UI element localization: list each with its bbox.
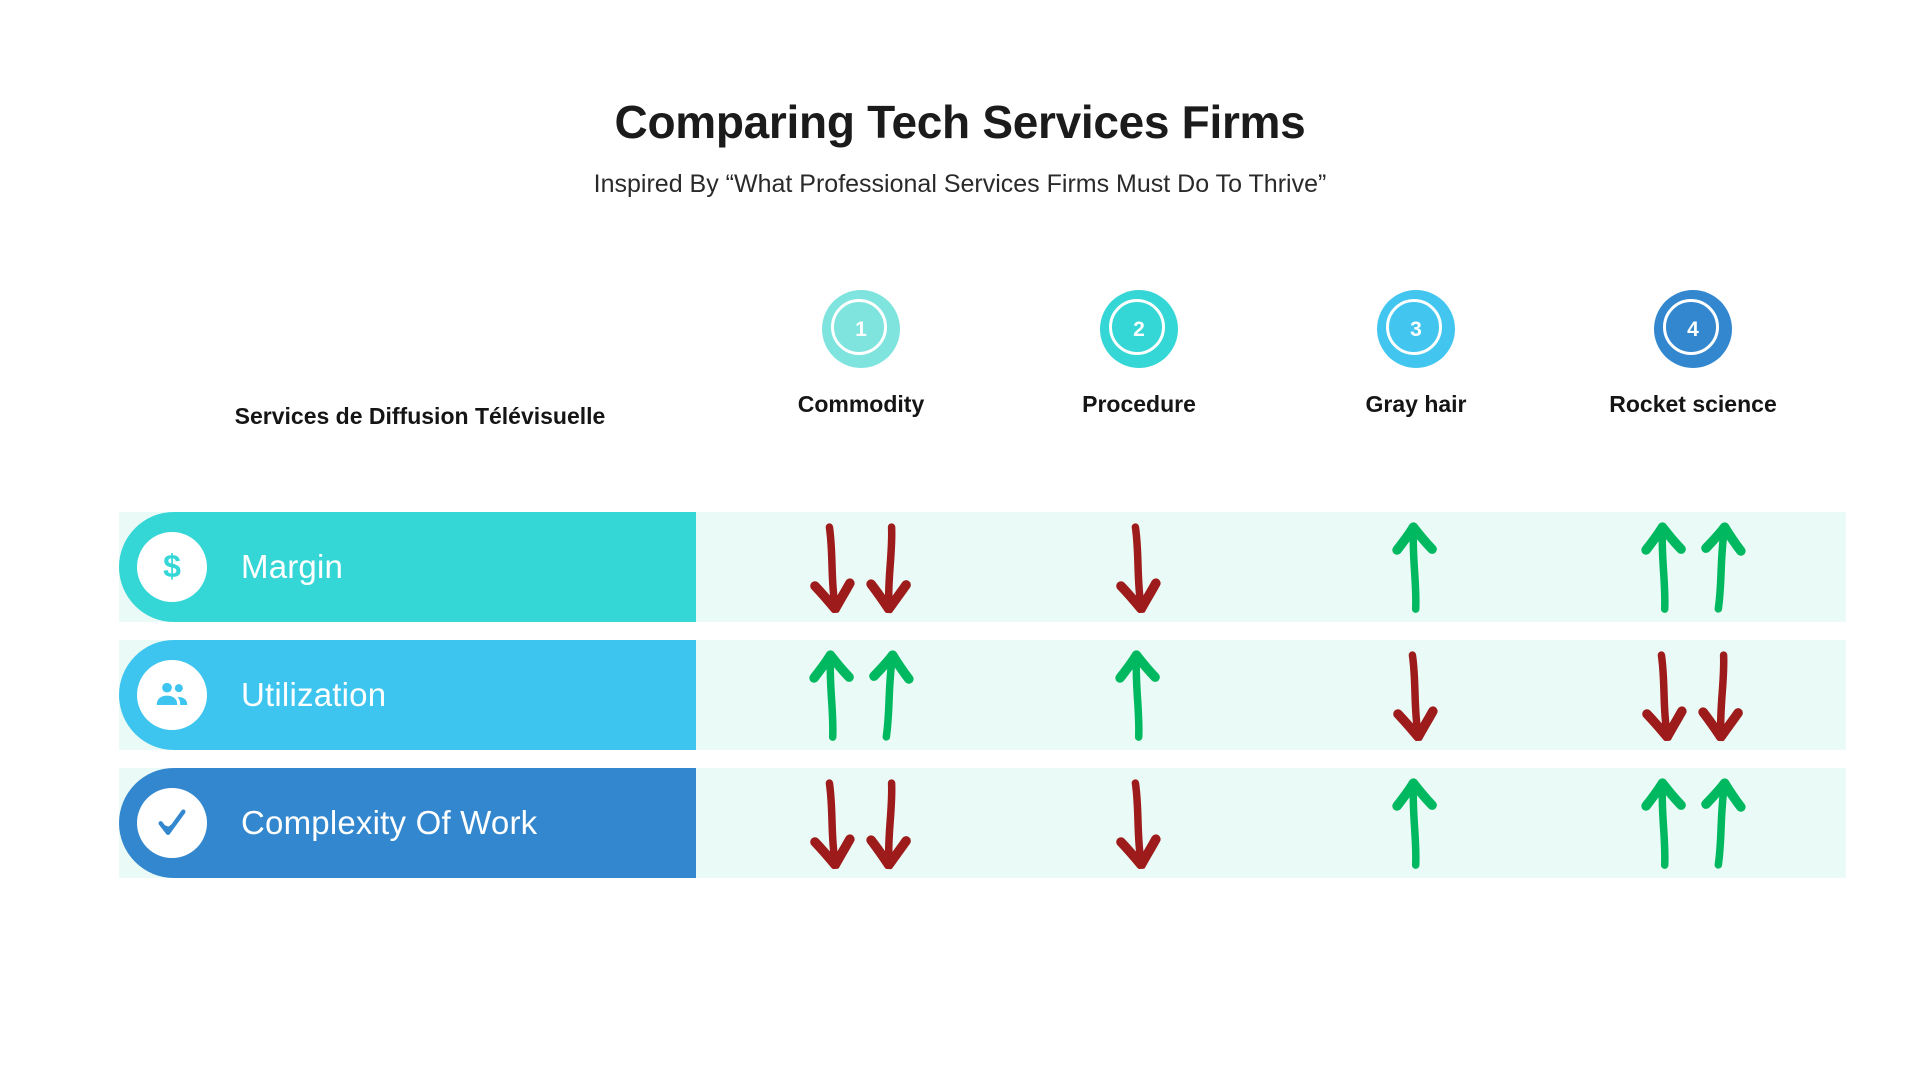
table-row: Complexity Of Work bbox=[0, 768, 1920, 878]
arrow-up-icon bbox=[1637, 776, 1694, 871]
column-badge-2: 2 bbox=[1100, 290, 1178, 368]
arrow-down-icon bbox=[1111, 776, 1168, 871]
row-label: Complexity Of Work bbox=[241, 804, 538, 841]
column-header-commodity: 1 Commodity bbox=[736, 290, 986, 418]
column-badge-3: 3 bbox=[1377, 290, 1455, 368]
arrow-down-icon bbox=[1637, 648, 1694, 743]
arrow-group-down-x1 bbox=[1111, 520, 1168, 615]
cell-margin-gray-hair bbox=[1291, 512, 1541, 622]
row-axis-label: Services de Diffusion Télévisuelle bbox=[234, 403, 606, 429]
column-badge-number: 3 bbox=[1410, 317, 1422, 341]
dollar-icon: $ bbox=[137, 532, 207, 602]
cell-complexity-gray-hair bbox=[1291, 768, 1541, 878]
svg-text:$: $ bbox=[163, 548, 181, 584]
row-label-pill-margin: $ Margin bbox=[119, 512, 696, 622]
cell-utilization-procedure bbox=[1014, 640, 1264, 750]
arrow-up-icon bbox=[861, 648, 918, 743]
arrow-up-icon bbox=[1693, 520, 1750, 615]
arrow-up-icon bbox=[1388, 776, 1445, 871]
cell-utilization-rocket-science bbox=[1568, 640, 1818, 750]
table-row: Utilization bbox=[0, 640, 1920, 750]
cell-complexity-rocket-science bbox=[1568, 768, 1818, 878]
arrow-group-down-x2 bbox=[805, 520, 918, 615]
column-badge-number: 1 bbox=[855, 317, 867, 341]
arrow-down-icon bbox=[1693, 648, 1750, 743]
arrow-up-icon bbox=[1111, 648, 1168, 743]
column-headers: Services de Diffusion Télévisuelle 1 Com… bbox=[0, 290, 1920, 450]
page-subtitle: Inspired By “What Professional Services … bbox=[593, 169, 1327, 198]
column-label: Procedure bbox=[1082, 391, 1196, 417]
column-label: Gray hair bbox=[1365, 391, 1467, 417]
infographic-board: Comparing Tech Services Firms Inspired B… bbox=[0, 0, 1920, 1080]
cell-margin-commodity bbox=[736, 512, 986, 622]
arrow-group-down-x1 bbox=[1388, 648, 1445, 743]
header: Comparing Tech Services Firms Inspired B… bbox=[0, 96, 1920, 199]
cell-margin-procedure bbox=[1014, 512, 1264, 622]
page-title: Comparing Tech Services Firms bbox=[614, 96, 1306, 148]
row-label: Margin bbox=[241, 548, 344, 585]
arrow-group-down-x2 bbox=[805, 776, 918, 871]
row-label: Utilization bbox=[241, 676, 387, 713]
cell-margin-rocket-science bbox=[1568, 512, 1818, 622]
check-icon bbox=[137, 788, 207, 858]
arrow-down-icon bbox=[805, 520, 862, 615]
arrow-down-icon bbox=[861, 520, 918, 615]
arrow-up-icon bbox=[805, 648, 862, 743]
arrow-group-up-x2 bbox=[1639, 521, 1747, 613]
arrow-down-icon bbox=[1388, 648, 1445, 743]
row-label-pill-complexity-of-work: Complexity Of Work bbox=[119, 768, 696, 878]
cell-utilization-commodity bbox=[736, 640, 986, 750]
arrow-up-icon bbox=[1637, 520, 1694, 615]
arrow-group-up-x1 bbox=[1390, 521, 1442, 613]
row-label-pill-utilization: Utilization bbox=[119, 640, 696, 750]
cell-complexity-procedure bbox=[1014, 768, 1264, 878]
table-row: $ Margin bbox=[0, 512, 1920, 622]
arrow-group-down-x2 bbox=[1637, 648, 1750, 743]
cell-utilization-gray-hair bbox=[1291, 640, 1541, 750]
arrow-down-icon bbox=[861, 776, 918, 871]
column-badge-4: 4 bbox=[1654, 290, 1732, 368]
column-header-procedure: 2 Procedure bbox=[1014, 290, 1264, 418]
column-label: Commodity bbox=[797, 391, 925, 417]
column-badge-number: 4 bbox=[1687, 317, 1699, 341]
column-header-gray-hair: 3 Gray hair bbox=[1291, 290, 1541, 418]
column-badge-number: 2 bbox=[1133, 317, 1145, 341]
arrow-up-icon bbox=[1693, 776, 1750, 871]
arrow-down-icon bbox=[1111, 520, 1168, 615]
arrow-group-up-x1 bbox=[1390, 777, 1442, 869]
column-label: Rocket science bbox=[1609, 391, 1777, 417]
arrow-group-up-x1 bbox=[1113, 649, 1165, 741]
people-icon bbox=[137, 660, 207, 730]
matrix-rows: $ Margin Utilization Complexity Of Work bbox=[0, 512, 1920, 896]
column-badge-1: 1 bbox=[822, 290, 900, 368]
cell-complexity-commodity bbox=[736, 768, 986, 878]
arrow-up-icon bbox=[1388, 520, 1445, 615]
column-header-rocket-science: 4 Rocket science bbox=[1568, 290, 1818, 418]
arrow-down-icon bbox=[805, 776, 862, 871]
arrow-group-up-x2 bbox=[807, 649, 915, 741]
arrow-group-up-x2 bbox=[1639, 777, 1747, 869]
arrow-group-down-x1 bbox=[1111, 776, 1168, 871]
